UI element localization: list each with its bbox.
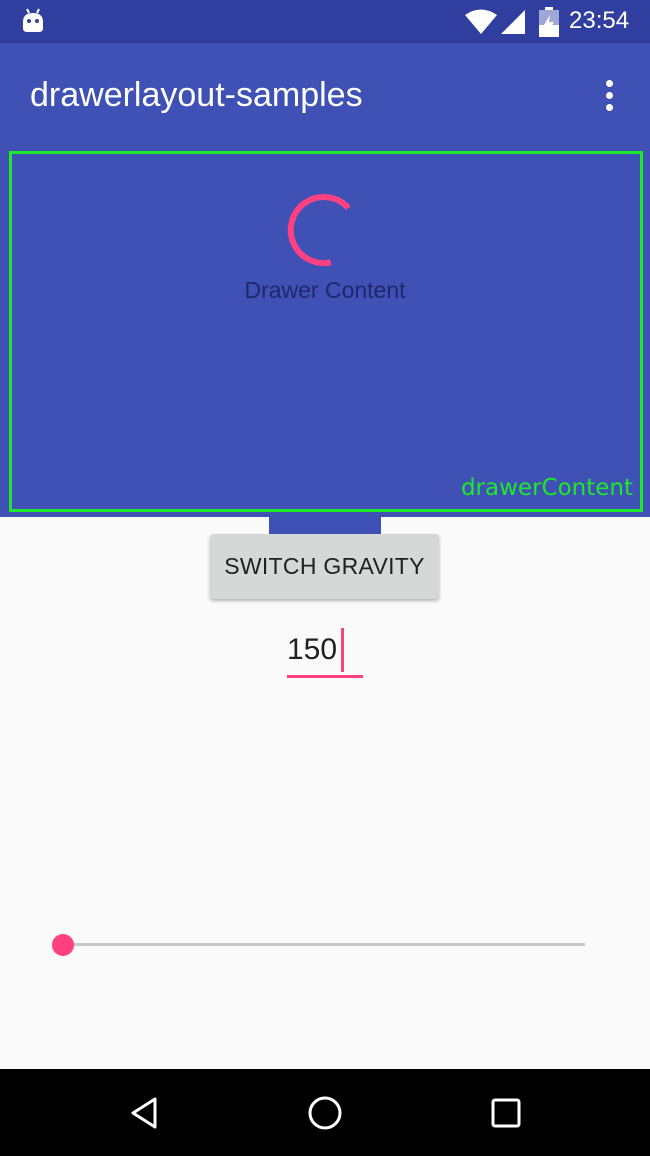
overflow-dot xyxy=(605,103,613,111)
value-input-underline xyxy=(287,675,363,678)
overflow-dot xyxy=(605,79,613,87)
drawer-panel[interactable]: Drawer Content drawerContent xyxy=(0,146,650,517)
app-bar: drawerlayout-samples xyxy=(0,43,650,146)
app-title: drawerlayout-samples xyxy=(30,76,363,114)
seek-slider[interactable] xyxy=(52,932,587,958)
home-icon[interactable] xyxy=(307,1095,343,1131)
value-input[interactable]: 150 xyxy=(287,628,363,678)
drawer-content-label: Drawer Content xyxy=(244,277,406,303)
battery-icon xyxy=(539,7,559,37)
recents-icon[interactable] xyxy=(488,1095,524,1131)
status-bar: 23:54 xyxy=(0,0,650,43)
drawer-content-debug-label: drawerContent xyxy=(460,475,633,501)
more-vert-icon[interactable] xyxy=(594,73,624,117)
status-clock: 23:54 xyxy=(569,7,630,34)
signal-icon xyxy=(501,10,525,34)
navigation-bar xyxy=(0,1069,650,1156)
text-cursor xyxy=(341,628,344,672)
progress-spinner xyxy=(287,194,351,266)
slider-thumb[interactable] xyxy=(52,934,74,956)
back-icon[interactable] xyxy=(127,1095,163,1131)
android-icon xyxy=(23,8,43,32)
wifi-icon xyxy=(465,9,497,34)
overflow-dot xyxy=(605,91,613,99)
value-input-text: 150 xyxy=(287,633,338,666)
switch-gravity-button[interactable]: SWITCH GRAVITY xyxy=(210,534,439,599)
slider-track[interactable] xyxy=(63,943,585,946)
